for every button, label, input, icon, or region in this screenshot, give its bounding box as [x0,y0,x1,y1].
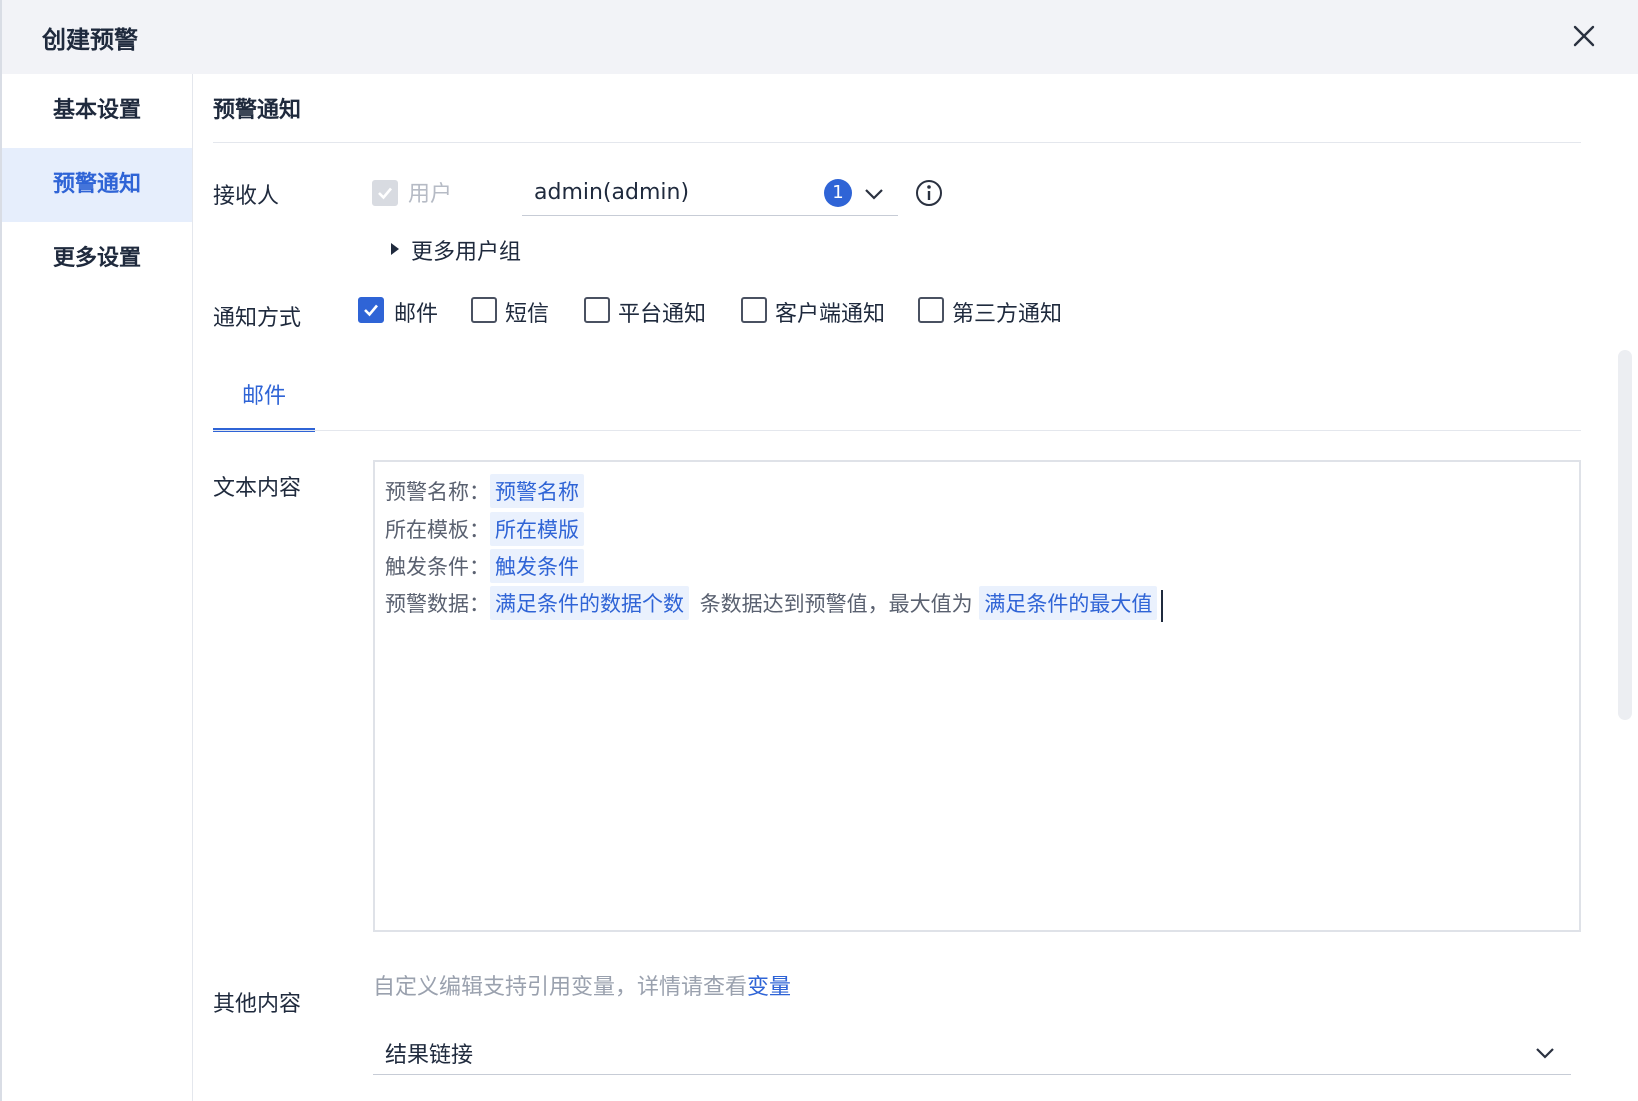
other-content-select[interactable]: 结果链接 [373,1029,1571,1075]
variable-link[interactable]: 变量 [747,975,791,1000]
editor-line: 预警名称： 预警名称 [385,474,588,508]
user-checkbox-label: 用户 [408,182,453,207]
recipient-select-value: admin(admin) [534,180,690,205]
editor-line-prefix: 预警名称： [385,480,490,504]
chevron-down-icon[interactable] [1533,1041,1557,1069]
variable-chip[interactable]: 满足条件的最大值 [979,586,1158,620]
dialog-title: 创建预警 [42,26,138,54]
notify-client-label: 客户端通知 [775,302,886,327]
variable-chip[interactable]: 触发条件 [490,549,584,583]
sidebar-item-basic-settings[interactable]: 基本设置 [2,74,192,148]
editor-line: 预警数据： 满足条件的数据个数 条数据达到预警值，最大值为 满足条件的最大值 [385,586,1164,622]
editor-line-prefix: 预警数据： [385,592,490,616]
chevron-down-icon[interactable] [862,182,886,210]
more-user-groups-label: 更多用户组 [411,240,522,265]
editor-line-prefix: 触发条件： [385,555,490,579]
main-content: 预警通知 接收人 用户 admin(admin) 1 更多用户组 通知方式 邮件… [193,74,1638,1101]
notify-sms-checkbox[interactable] [471,297,497,323]
notify-platform-label: 平台通知 [618,302,707,327]
sidebar-item-more-settings[interactable]: 更多设置 [2,222,192,296]
recipient-count-badge: 1 [824,179,852,207]
text-content-label: 文本内容 [213,476,302,501]
editor-line-text: 条数据达到预警值，最大值为 [699,592,973,616]
notify-third-party-checkbox[interactable] [918,297,944,323]
editor-line: 所在模板： 所在模版 [385,512,588,546]
dialog-header: 创建预警 [2,0,1638,74]
editor-line: 触发条件： 触发条件 [385,549,588,583]
notify-method-label: 通知方式 [213,306,302,331]
variable-chip[interactable]: 满足条件的数据个数 [490,586,689,620]
scrollbar[interactable] [1618,350,1632,720]
text-caret [1161,589,1164,622]
tab-email[interactable]: 邮件 [213,374,315,432]
notify-platform-checkbox[interactable] [584,297,610,323]
variable-chip[interactable]: 预警名称 [490,474,584,508]
text-content-editor[interactable]: 预警名称： 预警名称 所在模板： 所在模版 触发条件： 触发条件 预警数据： 满足条件的… [373,460,1581,932]
caret-right-icon [391,243,399,255]
settings-sidebar: 基本设置 预警通知 更多设置 [2,74,193,1101]
section-divider [213,142,1581,143]
notify-email-label: 邮件 [394,302,439,327]
other-content-select-value: 结果链接 [385,1043,474,1068]
close-icon[interactable] [1568,20,1600,52]
tabs-divider [213,430,1581,431]
editor-line-prefix: 所在模板： [385,518,490,542]
info-icon[interactable] [914,178,944,212]
create-alert-dialog: 创建预警 基本设置 预警通知 更多设置 预警通知 接收人 用户 admin(ad… [0,0,1638,1101]
notify-email-checkbox[interactable] [358,297,384,323]
sidebar-item-alert-notification[interactable]: 预警通知 [2,148,192,222]
recipient-select[interactable]: admin(admin) 1 [522,172,898,216]
variable-hint: 自定义编辑支持引用变量，详情请查看变量 [373,969,791,1001]
variable-chip[interactable]: 所在模版 [490,512,584,546]
notify-sms-label: 短信 [505,302,550,327]
recipient-label: 接收人 [213,184,280,209]
hint-text: 自定义编辑支持引用变量，详情请查看 [373,975,748,1000]
section-title: 预警通知 [213,98,302,123]
other-content-label: 其他内容 [213,992,302,1017]
notify-client-checkbox[interactable] [741,297,767,323]
user-checkbox[interactable] [372,180,398,206]
notify-third-party-label: 第三方通知 [952,302,1063,327]
